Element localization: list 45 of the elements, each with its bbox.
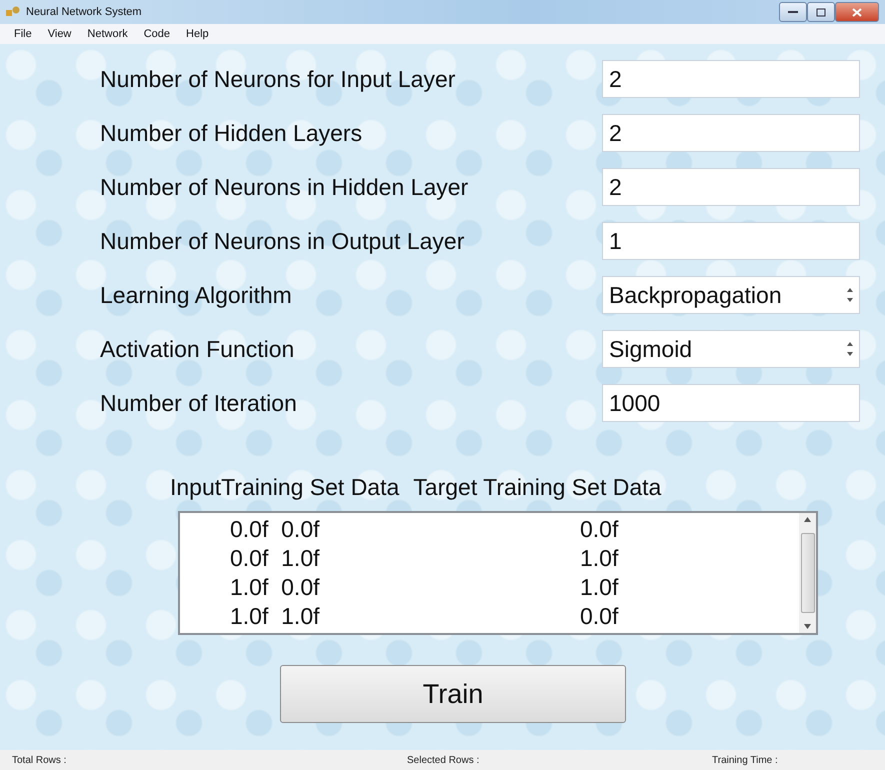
menu-item[interactable]: File [6, 28, 40, 40]
maximize-icon [816, 8, 826, 16]
target-data: 1.0f [580, 574, 618, 601]
status-label: Training Time : [712, 754, 779, 766]
scroll-down-icon[interactable] [804, 624, 811, 629]
minimize-button[interactable] [779, 2, 807, 22]
field-label: Number of Neurons in Hidden Layer [100, 174, 468, 200]
input-field[interactable]: 1 [602, 222, 860, 260]
minimize-icon [788, 10, 798, 14]
column-header: InputTraining Set Data [170, 474, 400, 501]
scrollbar[interactable] [799, 513, 816, 633]
field-label: Number of Neurons in Output Layer [100, 228, 464, 254]
menu-item[interactable]: View [40, 28, 80, 40]
status-label: Selected Rows : [407, 754, 480, 766]
training-list[interactable]: 0.0f 0.0f 0.0f 0.0f 1.0f 1.0f 1.0f 0.0f 1.0f 1.0f 1.0f 0.0f [178, 511, 818, 635]
menu-item[interactable]: Help [178, 28, 217, 40]
menu-item[interactable]: Code [136, 28, 178, 40]
field-label: Number of Iteration [100, 390, 297, 416]
spinner-field[interactable]: Sigmoid [602, 330, 860, 368]
target-data: 1.0f [580, 545, 618, 572]
train-button[interactable]: Train [280, 665, 626, 723]
input-data: 0.0f 1.0f [229, 545, 321, 572]
input-field[interactable]: 2 [602, 168, 860, 206]
app-icon [6, 6, 20, 18]
window-title: Neural Network System [26, 6, 142, 18]
input-field[interactable]: 1000 [602, 384, 860, 422]
target-data: 0.0f [580, 603, 618, 630]
input-data: 1.0f 1.0f [229, 603, 321, 630]
field-label: Number of Hidden Layers [100, 120, 362, 146]
maximize-button[interactable] [807, 2, 835, 22]
close-button[interactable] [835, 2, 879, 22]
input-field[interactable]: 2 [602, 60, 860, 98]
column-header: Target Training Set Data [413, 474, 662, 501]
input-field[interactable]: 2 [602, 114, 860, 152]
menu-item[interactable]: Network [79, 28, 136, 40]
field-label: Number of Neurons for Input Layer [100, 66, 456, 92]
scroll-up-icon[interactable] [804, 517, 811, 522]
field-label: Activation Function [100, 336, 294, 362]
status-label: Total Rows : [12, 754, 68, 766]
close-icon [852, 8, 862, 16]
spinner-field[interactable]: Backpropagation [602, 276, 860, 314]
input-data: 1.0f 0.0f [229, 574, 321, 601]
target-data: 0.0f [580, 516, 618, 543]
input-data: 0.0f 0.0f [229, 516, 321, 543]
field-label: Learning Algorithm [100, 282, 292, 308]
